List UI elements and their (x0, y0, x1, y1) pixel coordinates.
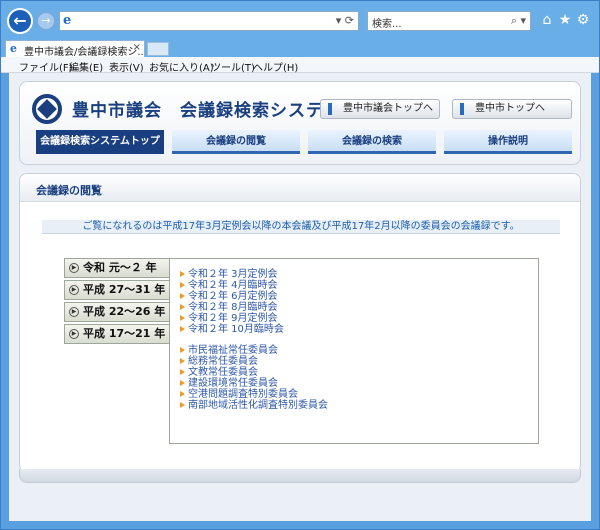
year-button-heisei-17-21[interactable]: ▶ 平成 17～21 年 (64, 324, 170, 344)
content-panel: 会議録の閲覧 ご覧になれるのは平成17年3月定例会以降の本会議及び平成17年2月… (19, 173, 581, 473)
tab-instructions[interactable]: 操作説明 (444, 130, 572, 154)
committee-link[interactable]: 南部地域活性化調査特別委員会 (180, 400, 328, 411)
ie-icon: e (63, 13, 72, 28)
year-selector: ▶ 令和 元～２ 年 ▶ 平成 27～31 年 ▶ 平成 22～26 年 ▶ 平… (64, 258, 170, 346)
address-input[interactable]: e ▾ ⟳ (59, 11, 359, 31)
menu-file[interactable]: ファイル(F) (19, 59, 73, 74)
home-icon[interactable]: ⌂ (539, 12, 555, 28)
committee-link[interactable]: 総務常任委員会 (180, 356, 328, 367)
menu-view[interactable]: 表示(V) (109, 59, 144, 74)
menu-favorites[interactable]: お気に入り(A) (149, 59, 214, 74)
new-tab-button[interactable] (147, 42, 169, 56)
arrow-right-icon: ▶ (69, 329, 79, 339)
year-label: 平成 17～21 年 (83, 327, 166, 340)
refresh-dropdown-icon[interactable]: ▾ ⟳ (336, 14, 354, 27)
committee-link[interactable]: 建設環境常任委員会 (180, 378, 328, 389)
plenary-session-link[interactable]: 令和２年 10月臨時会 (180, 324, 328, 335)
bar-icon (328, 103, 332, 115)
menu-tools[interactable]: ツール(T) (211, 59, 255, 74)
year-button-reiwa-1-2[interactable]: ▶ 令和 元～２ 年 (64, 258, 170, 278)
menu-edit[interactable]: 編集(E) (69, 59, 103, 74)
page-title: 豊中市議会 会議録検索システム (72, 101, 342, 121)
committee-link[interactable]: 空港問題調査特別委員会 (180, 389, 328, 400)
year-label: 令和 元～２ 年 (83, 261, 157, 274)
menu-bar: ファイル(F) 編集(E) 表示(V) お気に入り(A) ツール(T) ヘルプ(… (1, 57, 599, 74)
committee-link[interactable]: 市民福祉常任委員会 (180, 345, 328, 356)
ie-icon: e (10, 42, 17, 55)
tab-search-system-top[interactable]: 会議録検索システムトップ (36, 130, 164, 154)
search-input[interactable]: 検索... ⌕ ▾ (367, 11, 531, 31)
tab-browse-minutes[interactable]: 会議録の閲覧 (172, 130, 300, 154)
plenary-session-link[interactable]: 令和２年 8月臨時会 (180, 302, 328, 313)
arrow-right-icon: ▶ (69, 307, 79, 317)
search-placeholder: 検索... (372, 19, 402, 30)
plenary-session-link[interactable]: 令和２年 3月定例会 (180, 269, 328, 280)
bar-icon (460, 103, 464, 115)
city-emblem-icon (32, 94, 62, 124)
browser-window: ← → e ▾ ⟳ 検索... ⌕ ▾ ⌂ ★ ⚙ e 豊中市議会/会議録検索シ… (0, 0, 600, 530)
plenary-session-link[interactable]: 令和２年 6月定例会 (180, 291, 328, 302)
city-top-link-label: 豊中市トップへ (475, 103, 545, 114)
year-label: 平成 27～31 年 (83, 283, 166, 296)
arrow-right-icon: ▶ (69, 263, 79, 273)
session-list-panel: 令和２年 3月定例会 令和２年 4月臨時会 令和２年 6月定例会 令和２年 8月… (169, 258, 539, 444)
content-footer (19, 469, 581, 483)
arrow-right-icon: ▶ (69, 285, 79, 295)
gear-icon[interactable]: ⚙ (575, 12, 591, 28)
tab-title: 豊中市議会/会議録検索シ... (24, 47, 145, 57)
committee-link[interactable]: 文教常任委員会 (180, 367, 328, 378)
availability-notice: ご覧になれるのは平成17年3月定例会以降の本会議及び平成17年2月以降の委員会の… (42, 220, 560, 234)
section-header: 会議録の閲覧 (20, 174, 580, 202)
star-icon[interactable]: ★ (557, 12, 573, 28)
session-list: 令和２年 3月定例会 令和２年 4月臨時会 令和２年 6月定例会 令和２年 8月… (180, 269, 328, 411)
tab-search-minutes[interactable]: 会議録の検索 (308, 130, 436, 154)
search-icon[interactable]: ⌕ ▾ (511, 14, 526, 28)
tab-strip: e 豊中市議会/会議録検索シ... × (1, 39, 599, 57)
year-button-heisei-27-31[interactable]: ▶ 平成 27～31 年 (64, 280, 170, 300)
year-label: 平成 22～26 年 (83, 305, 166, 318)
browser-tab[interactable]: e 豊中市議会/会議録検索シ... × (5, 40, 145, 57)
address-bar-row: ← → e ▾ ⟳ 検索... ⌕ ▾ ⌂ ★ ⚙ (1, 1, 599, 39)
plenary-session-link[interactable]: 令和２年 4月臨時会 (180, 280, 328, 291)
forward-icon[interactable]: → (37, 12, 55, 30)
city-top-link[interactable]: 豊中市トップへ (452, 99, 572, 119)
council-top-link[interactable]: 豊中市議会トップへ (320, 99, 440, 119)
council-top-link-label: 豊中市議会トップへ (343, 103, 433, 114)
section-title: 会議録の閲覧 (36, 184, 102, 197)
site-header: 豊中市議会 会議録検索システム 豊中市議会トップへ 豊中市トップへ 会議録検索シ… (19, 81, 581, 165)
plenary-session-link[interactable]: 令和２年 9月定例会 (180, 313, 328, 324)
page-viewport: 豊中市議会 会議録検索システム 豊中市議会トップへ 豊中市トップへ 会議録検索シ… (9, 73, 591, 521)
year-button-heisei-22-26[interactable]: ▶ 平成 22～26 年 (64, 302, 170, 322)
menu-help[interactable]: ヘルプ(H) (253, 59, 298, 74)
main-nav: 会議録検索システムトップ 会議録の閲覧 会議録の検索 操作説明 (36, 130, 572, 154)
close-icon[interactable]: × (133, 42, 141, 53)
back-icon[interactable]: ← (7, 8, 33, 34)
